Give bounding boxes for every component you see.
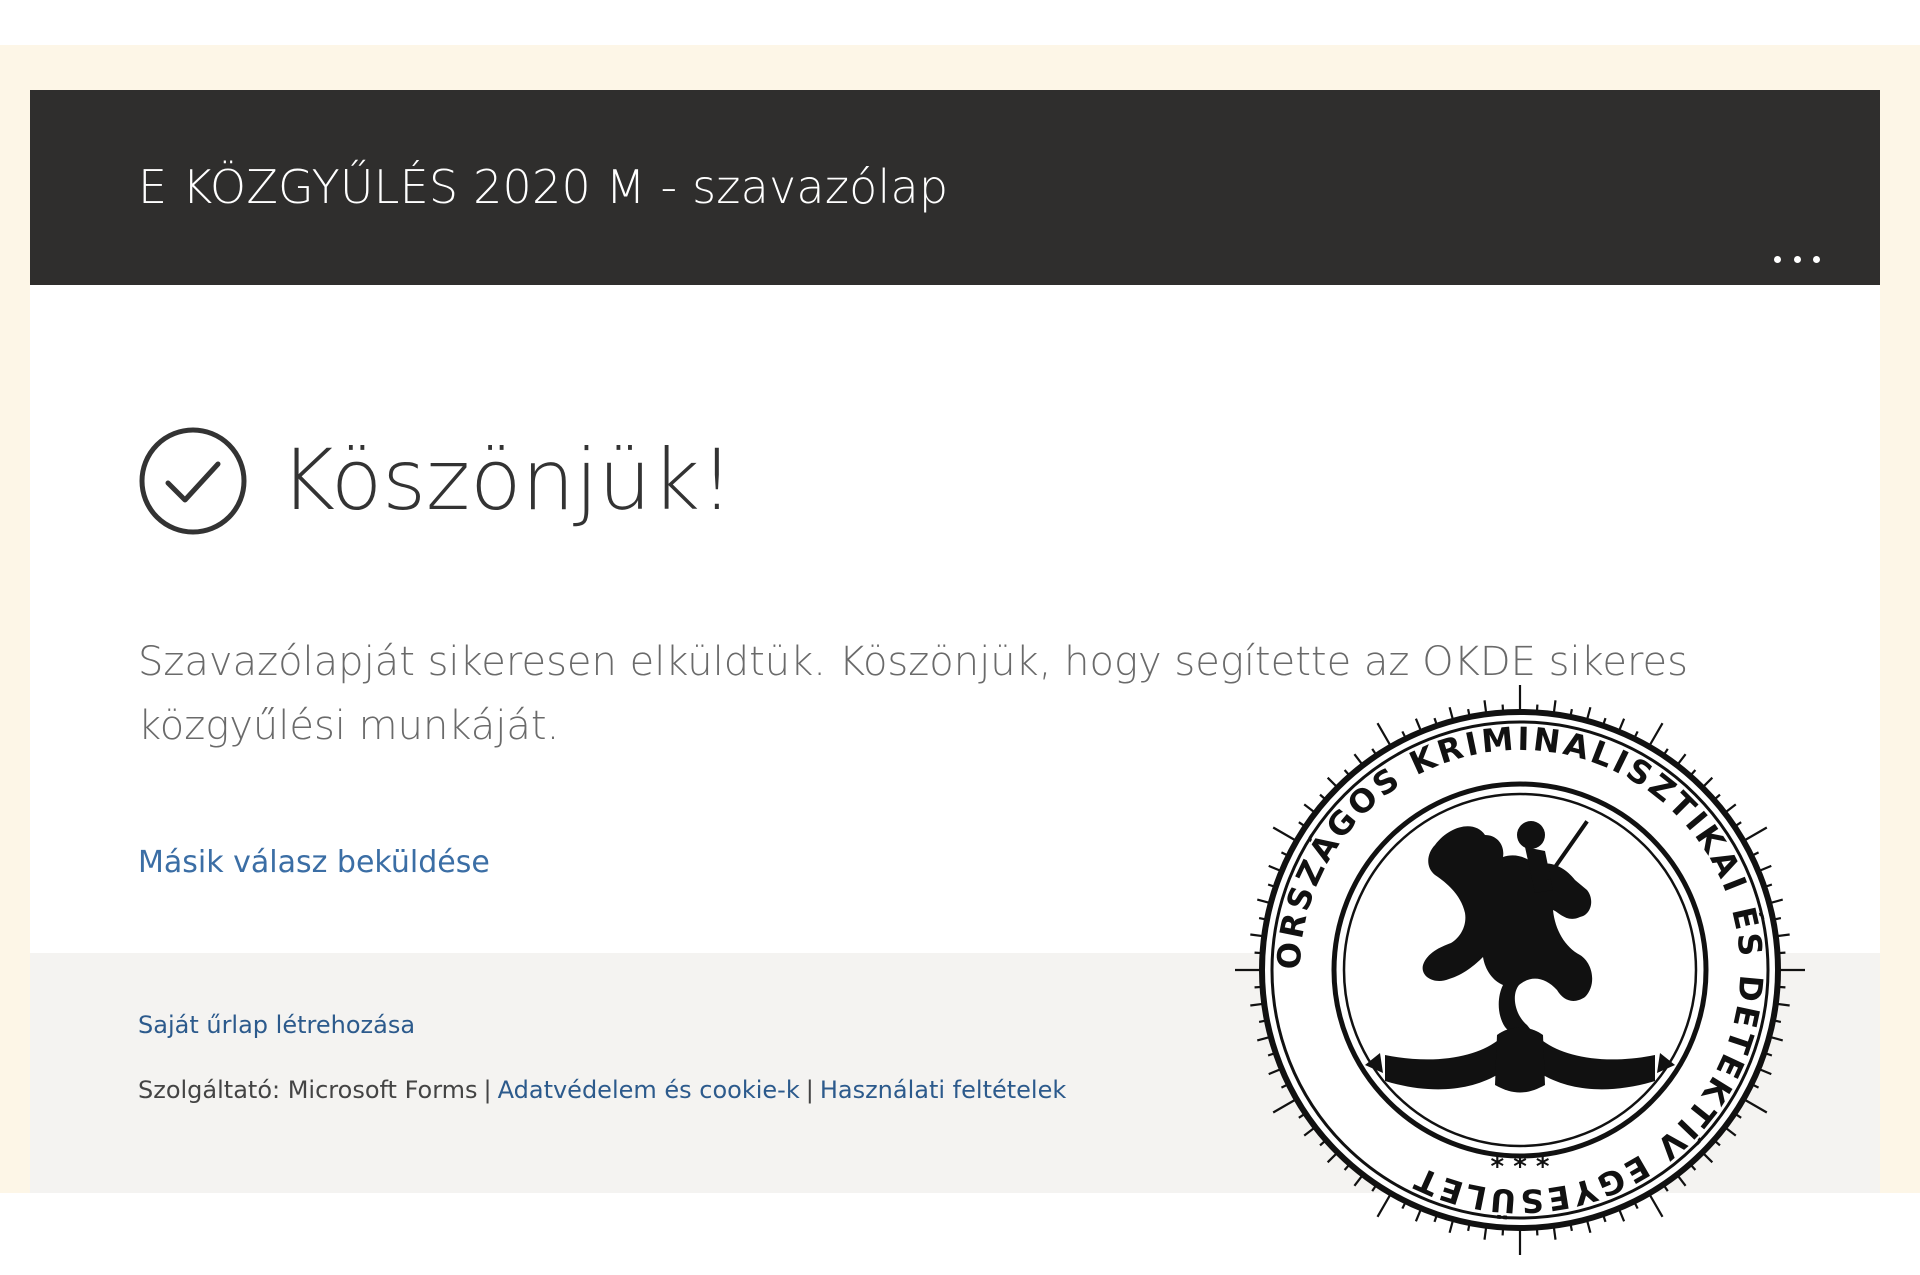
privacy-cookies-link[interactable]: Adatvédelem és cookie-k — [498, 1076, 800, 1104]
footer-separator: | — [805, 1076, 814, 1104]
more-dot — [1813, 255, 1820, 263]
more-dot — [1793, 255, 1801, 263]
seal-stars: * * * — [1491, 1152, 1550, 1182]
footer-legal-line: Szolgáltató: Microsoft Forms | Adatvédelem… — [138, 1076, 1066, 1104]
terms-of-use-link[interactable]: Használati feltételek — [820, 1076, 1066, 1104]
create-form-link[interactable]: Saját űrlap létrehozása — [138, 1011, 415, 1039]
form-header: E KÖZGYŰLÉS 2020 M - szavazólap — [30, 90, 1880, 285]
confirmation-heading: Köszönjük! — [280, 431, 734, 529]
more-options-icon[interactable] — [1774, 252, 1820, 266]
submit-another-response-link[interactable]: Másik válasz beküldése — [138, 845, 490, 880]
provider-text: Szolgáltató: Microsoft Forms — [138, 1076, 478, 1104]
form-title: E KÖZGYŰLÉS 2020 M - szavazólap — [138, 160, 949, 214]
more-dot — [1774, 255, 1781, 263]
association-seal-logo: ORSZÁGOS KRIMINALISZTIKAI ÉS DETEKTÍV EG… — [1235, 685, 1805, 1255]
check-circle-icon — [139, 427, 247, 535]
footer-separator: | — [483, 1076, 492, 1104]
